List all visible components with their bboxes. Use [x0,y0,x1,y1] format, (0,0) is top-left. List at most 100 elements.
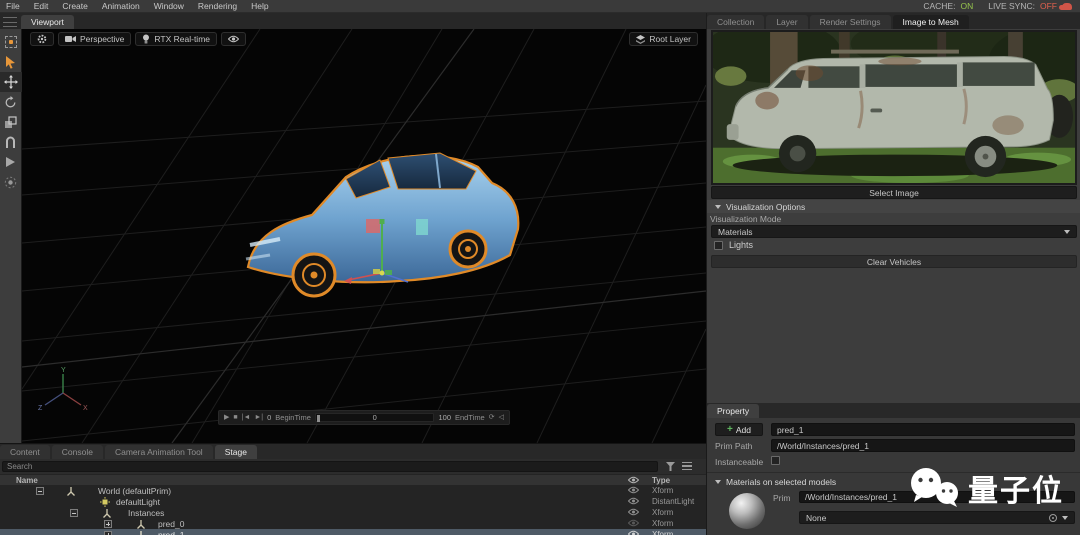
live-sync-status-icon[interactable] [1062,3,1072,10]
viewport-3d[interactable]: Perspective RTX Real-time Root Layer [22,29,706,443]
prim-name-field[interactable] [771,423,1075,436]
add-property-button[interactable]: + Add [715,423,763,436]
visualization-mode-dropdown[interactable]: Materials [711,225,1077,238]
type-column-header[interactable]: Type [652,476,670,485]
timeline-playhead[interactable] [317,415,320,422]
options-menu-icon[interactable] [682,462,692,470]
xform-icon [136,530,146,535]
tab-console[interactable]: Console [52,445,103,459]
filter-icon[interactable] [666,462,675,471]
select-tool[interactable] [0,52,22,72]
prev-frame-button[interactable]: |◄ [242,414,251,421]
viewport-tabbar: Viewport [0,13,706,29]
prim-path-field[interactable] [771,439,1075,452]
renderer-select-button[interactable]: RTX Real-time [135,32,217,46]
stage-row-pred1[interactable]: pred_1 Xform [0,529,706,535]
rewind-button[interactable]: ◁ [499,414,504,421]
xform-icon [66,486,76,496]
tab-camera-animation-tool[interactable]: Camera Animation Tool [105,445,213,459]
menu-animation[interactable]: Animation [102,1,140,11]
tab-viewport[interactable]: Viewport [21,15,74,29]
tab-property[interactable]: Property [707,404,759,418]
material-preview-sphere[interactable] [729,493,765,529]
instanceable-checkbox[interactable] [771,456,780,465]
marquee-select-tool[interactable] [0,32,22,52]
target-picker-icon[interactable] [1049,514,1057,522]
tab-layer[interactable]: Layer [766,15,807,29]
physics-tool[interactable] [0,172,22,192]
axis-orientation-gizmo[interactable]: Y X Z [36,365,92,415]
lights-checkbox[interactable] [714,241,723,250]
stage-row-defaultlight[interactable]: defaultLight DistantLight [0,496,706,507]
play-button[interactable]: ▶ [224,414,229,421]
visibility-eye-icon[interactable] [628,519,639,527]
snap-tool[interactable] [0,132,22,152]
live-sync-label: LIVE SYNC: [988,1,1035,11]
rotate-tool[interactable] [0,92,22,112]
timeline-bar: ▶ ■ |◄ ►| 0 BeginTime 0 100 EndTime ⟳ ◁ [218,410,510,425]
eye-icon [228,35,239,43]
loop-button[interactable]: ⟳ [489,414,495,421]
stage-row-pred0[interactable]: pred_0 Xform [0,518,706,529]
camera-select-button[interactable]: Perspective [58,32,131,46]
tab-render-settings[interactable]: Render Settings [810,15,891,29]
xform-icon [136,519,146,529]
expand-box-icon[interactable] [104,520,112,528]
menu-help[interactable]: Help [251,1,268,11]
row-label: defaultLight [116,497,160,507]
begin-time-value[interactable]: 0 [267,413,271,422]
visibility-button[interactable] [221,32,246,46]
tab-stage[interactable]: Stage [215,445,257,459]
search-input[interactable] [2,461,658,472]
name-column-header[interactable]: Name [16,476,38,485]
visibility-eye-icon[interactable] [628,530,639,535]
wechat-icon [908,467,960,509]
stage-row-instances[interactable]: Instances Xform [0,507,706,518]
menu-edit[interactable]: Edit [34,1,49,11]
tab-content[interactable]: Content [0,445,50,459]
viewport-scene [22,29,706,443]
clear-vehicles-button[interactable]: Clear Vehicles [711,255,1077,268]
visibility-eye-icon[interactable] [628,508,639,516]
stage-row-world[interactable]: World (defaultPrim) Xform [0,485,706,496]
xform-icon [102,508,112,518]
chevron-down-icon [1064,230,1070,234]
tab-camera-animation-tool-label: Camera Animation Tool [115,447,203,457]
menu-create[interactable]: Create [62,1,88,11]
visibility-eye-icon[interactable] [628,497,639,505]
tab-image-to-mesh-label: Image to Mesh [903,17,959,27]
next-frame-button[interactable]: ►| [254,414,263,421]
tab-image-to-mesh[interactable]: Image to Mesh [893,15,969,29]
move-tool[interactable] [0,72,22,92]
row-type: Xform [652,486,673,495]
viewport-settings-button[interactable] [30,32,54,46]
select-image-button[interactable]: Select Image [711,186,1077,199]
begin-time-label: BeginTime [275,413,311,422]
material-select-dropdown[interactable]: None [799,511,1075,524]
tab-collection[interactable]: Collection [707,15,764,29]
reference-image[interactable] [711,30,1077,185]
menu-rendering[interactable]: Rendering [198,1,237,11]
row-type: Xform [652,530,673,535]
visibility-column-icon[interactable] [628,476,639,484]
row-label: pred_0 [158,519,184,529]
plus-icon: + [727,425,733,435]
play-tool[interactable] [0,152,22,172]
tab-collection-label: Collection [717,17,754,27]
expand-box-icon[interactable] [104,531,112,535]
menu-file[interactable]: File [6,1,20,11]
visualization-options-header[interactable]: Visualization Options [707,200,1080,213]
scale-tool[interactable] [0,112,22,132]
stop-button[interactable]: ■ [233,414,237,421]
end-time-value[interactable]: 100 [438,413,451,422]
collapse-box-icon[interactable] [36,487,44,495]
tool-sidebar [0,29,22,443]
menu-window[interactable]: Window [154,1,184,11]
collapse-box-icon[interactable] [70,509,78,517]
root-layer-button[interactable]: Root Layer [629,32,698,46]
dock-handle-icon[interactable] [3,17,17,27]
timeline-track[interactable]: 0 [315,413,435,422]
watermark: 量子位 [908,466,1064,510]
tab-console-label: Console [62,447,93,457]
visibility-eye-icon[interactable] [628,486,639,494]
